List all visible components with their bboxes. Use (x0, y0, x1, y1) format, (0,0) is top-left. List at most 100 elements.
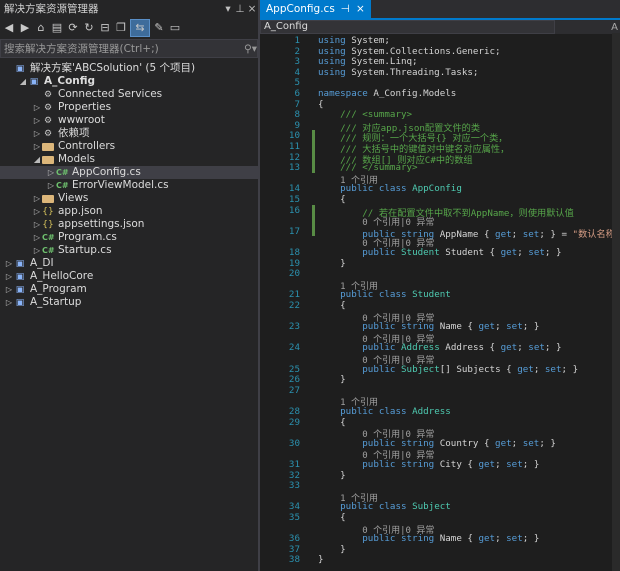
tree-item[interactable]: ▷{} app.json (0, 205, 258, 218)
search-placeholder: 搜索解决方案资源管理器(Ctrl+;) (4, 43, 159, 55)
code-line: { (318, 512, 346, 523)
gear-icon: ⚙ (43, 128, 53, 139)
line-number: 17 (288, 225, 300, 237)
line-number: 9 (294, 119, 300, 131)
expander-icon[interactable]: ▷ (4, 296, 14, 309)
folder-icon (42, 155, 54, 164)
tree-item-label: Views (58, 192, 89, 204)
json-icon: {} (42, 219, 54, 230)
tree-item[interactable]: ▷ ▣ A_Program (0, 283, 258, 296)
tree-item[interactable]: ◢ ▣ A_Config (0, 75, 258, 88)
expander-icon[interactable]: ▷ (32, 231, 42, 244)
tree-item[interactable]: ⚙ Connected Services (0, 88, 258, 101)
expander-icon[interactable]: ◢ (18, 75, 28, 88)
line-number: 6 (294, 88, 300, 99)
expander-icon[interactable]: ▷ (46, 179, 56, 192)
expander-icon[interactable]: ◢ (32, 153, 42, 166)
tree-item[interactable]: ▷ ▣ A_DI (0, 257, 258, 270)
tree-item[interactable]: ▷ C# Program.cs (0, 231, 258, 244)
proj-icon: ▣ (15, 63, 25, 74)
line-number: 34 (288, 501, 300, 513)
tree-item-label: Program.cs (58, 231, 117, 243)
folder-icon (42, 194, 54, 203)
sync-active-document-icon[interactable]: ⇆ (130, 19, 150, 37)
code-line: } (318, 554, 324, 566)
tree-item-label: Models (58, 153, 95, 165)
expander-icon[interactable]: ▷ (32, 244, 42, 257)
tree-item-label: Connected Services (58, 88, 163, 100)
line-number: 14 (288, 183, 300, 195)
copy-icon[interactable]: ❐ (114, 20, 128, 36)
code-line: { (318, 416, 346, 428)
pin-icon[interactable]: ⊣ (341, 0, 350, 18)
expander-icon[interactable]: ▷ (32, 205, 42, 218)
expander-icon[interactable]: ▷ (32, 218, 42, 231)
back-icon[interactable]: ◀ (2, 20, 16, 36)
code-line: public class Student (340, 289, 451, 301)
pending-changes-icon[interactable]: ⟳ (66, 20, 80, 36)
tree-item[interactable]: ▷ ⚙ Properties (0, 101, 258, 114)
tree-item[interactable]: ▷ C# AppConfig.cs (0, 166, 258, 179)
tree-item[interactable]: ▷ Views (0, 192, 258, 205)
line-number: 2 (294, 45, 300, 57)
member-dropdown[interactable]: A (555, 22, 620, 33)
gear-icon: ⚙ (43, 102, 53, 113)
code-line: public Student Student { get; set; } (362, 247, 562, 258)
line-number: 20 (288, 268, 300, 280)
dropdown-icon[interactable]: ▾ (222, 0, 234, 18)
line-number: 16 (288, 204, 300, 216)
expander-icon[interactable]: ▷ (32, 127, 42, 140)
line-number: 36 (288, 533, 300, 545)
close-icon[interactable]: × (246, 0, 258, 18)
search-icon: ⚲▾ (244, 42, 257, 55)
expander-icon[interactable]: ▷ (32, 101, 42, 114)
tree-item[interactable]: ▣ 解决方案'ABCSolution' (5 个项目) (0, 62, 258, 75)
tree-item[interactable]: ▷{} appsettings.json (0, 218, 258, 231)
vertical-scrollbar[interactable] (612, 33, 620, 571)
line-number: 28 (288, 406, 300, 417)
home-icon[interactable]: ⌂ (34, 20, 48, 36)
member-label: A (611, 21, 618, 33)
line-number: 27 (288, 384, 300, 396)
tree-item[interactable]: ▷ ▣ A_HelloCore (0, 270, 258, 283)
tree-item[interactable]: ▷ ⚙ 依赖项 (0, 127, 258, 140)
solution-explorer-toolbar: ◀ ▶ ⌂ ▤ ⟳ ↻ ⊟ ❐ ⇆ ✎ ▭ (0, 18, 258, 38)
expander-icon[interactable]: ▷ (4, 257, 14, 270)
line-number: 4 (294, 66, 300, 78)
expander-icon[interactable]: ▷ (4, 283, 14, 296)
collapse-all-icon[interactable]: ⊟ (98, 20, 112, 36)
project-dropdown[interactable]: A_Config (260, 20, 555, 34)
expander-icon[interactable]: ▷ (46, 166, 56, 179)
expander-icon[interactable]: ▷ (32, 140, 42, 153)
tree-item-label: A_DI (30, 257, 54, 269)
line-number: 1 (294, 35, 300, 46)
line-number: 11 (288, 141, 300, 152)
tab-appconfig[interactable]: AppConfig.cs ⊣ × (260, 0, 371, 18)
tree-item[interactable]: ▷ Controllers (0, 140, 258, 153)
line-number: 25 (288, 363, 300, 375)
expander-icon[interactable]: ▷ (32, 114, 42, 127)
close-icon[interactable]: × (356, 0, 365, 18)
tree-item[interactable]: ▷ C# ErrorViewModel.cs (0, 179, 258, 192)
tree-item-label: wwwroot (58, 114, 105, 126)
tree-item[interactable]: ◢ Models (0, 153, 258, 166)
line-number: 8 (294, 109, 300, 121)
tree-item-label: 依赖项 (58, 127, 90, 139)
properties-icon[interactable]: ✎ (152, 20, 166, 36)
line-number: 35 (288, 512, 300, 523)
refresh-icon[interactable]: ↻ (82, 20, 96, 36)
tree-item[interactable]: ▷ ▣ A_Startup (0, 296, 258, 309)
preview-icon[interactable]: ▭ (168, 20, 182, 36)
tree-item-label: Controllers (58, 140, 116, 152)
line-number: 22 (288, 300, 300, 311)
code-line: /// <summary> (340, 109, 413, 121)
tree-item[interactable]: ▷ C# Startup.cs (0, 244, 258, 257)
switch-views-icon[interactable]: ▤ (50, 20, 64, 36)
pin-icon[interactable]: ⊥ (234, 0, 246, 18)
code-area[interactable]: 1 using System; 2 using System.Collections.… (260, 33, 620, 571)
expander-icon[interactable]: ▷ (4, 270, 14, 283)
search-input[interactable]: 搜索解决方案资源管理器(Ctrl+;) ⚲▾ (0, 39, 258, 58)
tree-item[interactable]: ▷ ⚙ wwwroot (0, 114, 258, 127)
forward-icon[interactable]: ▶ (18, 20, 32, 36)
expander-icon[interactable]: ▷ (32, 192, 42, 205)
